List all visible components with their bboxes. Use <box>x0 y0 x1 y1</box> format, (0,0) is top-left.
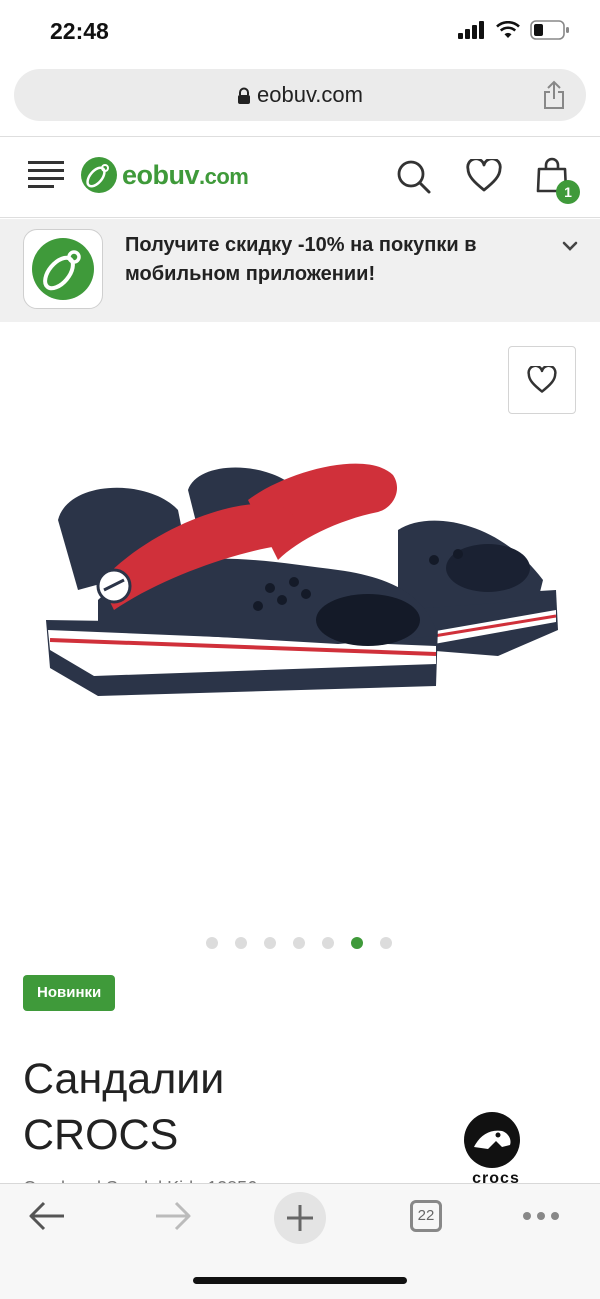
url-text: eobuv.com <box>257 82 363 107</box>
site-logo[interactable]: eobuv.com <box>80 156 249 194</box>
app-promo-banner[interactable]: Получите скидку -10% на покупки в мобиль… <box>0 219 600 322</box>
new-arrivals-badge: Новинки <box>23 975 116 1011</box>
gallery-dot[interactable] <box>293 937 305 949</box>
home-indicator <box>193 1277 407 1284</box>
app-icon <box>23 229 103 309</box>
heart-icon <box>527 366 557 393</box>
status-bar: 22:48 <box>0 0 600 62</box>
status-icons <box>458 20 570 40</box>
divider <box>0 217 600 218</box>
lock-icon <box>238 87 250 105</box>
chevron-down-icon[interactable] <box>562 241 578 251</box>
gallery-pagination[interactable] <box>206 937 392 949</box>
gallery-dot[interactable] <box>322 937 334 949</box>
promo-text: Получите скидку -10% на покупки в мобиль… <box>125 234 477 285</box>
shoe-print-logo-icon <box>81 157 117 193</box>
gallery-dot[interactable] <box>235 937 247 949</box>
more-menu-icon[interactable] <box>523 1212 559 1220</box>
cart-count-badge: 1 <box>556 180 580 204</box>
gallery-dot-active[interactable] <box>351 937 363 949</box>
signal-icon <box>458 21 484 39</box>
app-logo-icon <box>32 238 94 300</box>
forward-arrow-icon[interactable] <box>154 1200 192 1232</box>
product-title: Сандалии CROCS <box>23 1051 383 1163</box>
new-tab-button[interactable] <box>274 1192 326 1244</box>
logo-text: eobuv.com <box>122 159 249 190</box>
product-image <box>46 463 558 696</box>
site-header: eobuv.com <box>0 137 600 217</box>
url-display[interactable]: eobuv.com <box>14 82 586 108</box>
gallery-dot[interactable] <box>380 937 392 949</box>
gallery-dot[interactable] <box>206 937 218 949</box>
gallery-dot[interactable] <box>264 937 276 949</box>
menu-icon[interactable] <box>28 159 64 189</box>
favorites-heart-icon[interactable] <box>466 159 502 193</box>
share-icon[interactable] <box>542 80 566 110</box>
back-arrow-icon[interactable] <box>28 1200 66 1232</box>
add-to-favorites-button[interactable] <box>508 346 576 414</box>
plus-icon <box>287 1205 313 1231</box>
crocs-brand-logo-icon[interactable] <box>462 1111 530 1171</box>
address-bar[interactable]: eobuv.com <box>14 69 586 121</box>
battery-icon <box>530 20 569 40</box>
wifi-icon <box>496 21 520 38</box>
tabs-count-button[interactable]: 22 <box>410 1200 442 1232</box>
status-time: 22:48 <box>50 18 109 44</box>
search-icon[interactable] <box>396 159 432 195</box>
product-title-line-2: CROCS <box>23 1111 179 1159</box>
product-title-line-1: Сандалии <box>23 1055 225 1103</box>
